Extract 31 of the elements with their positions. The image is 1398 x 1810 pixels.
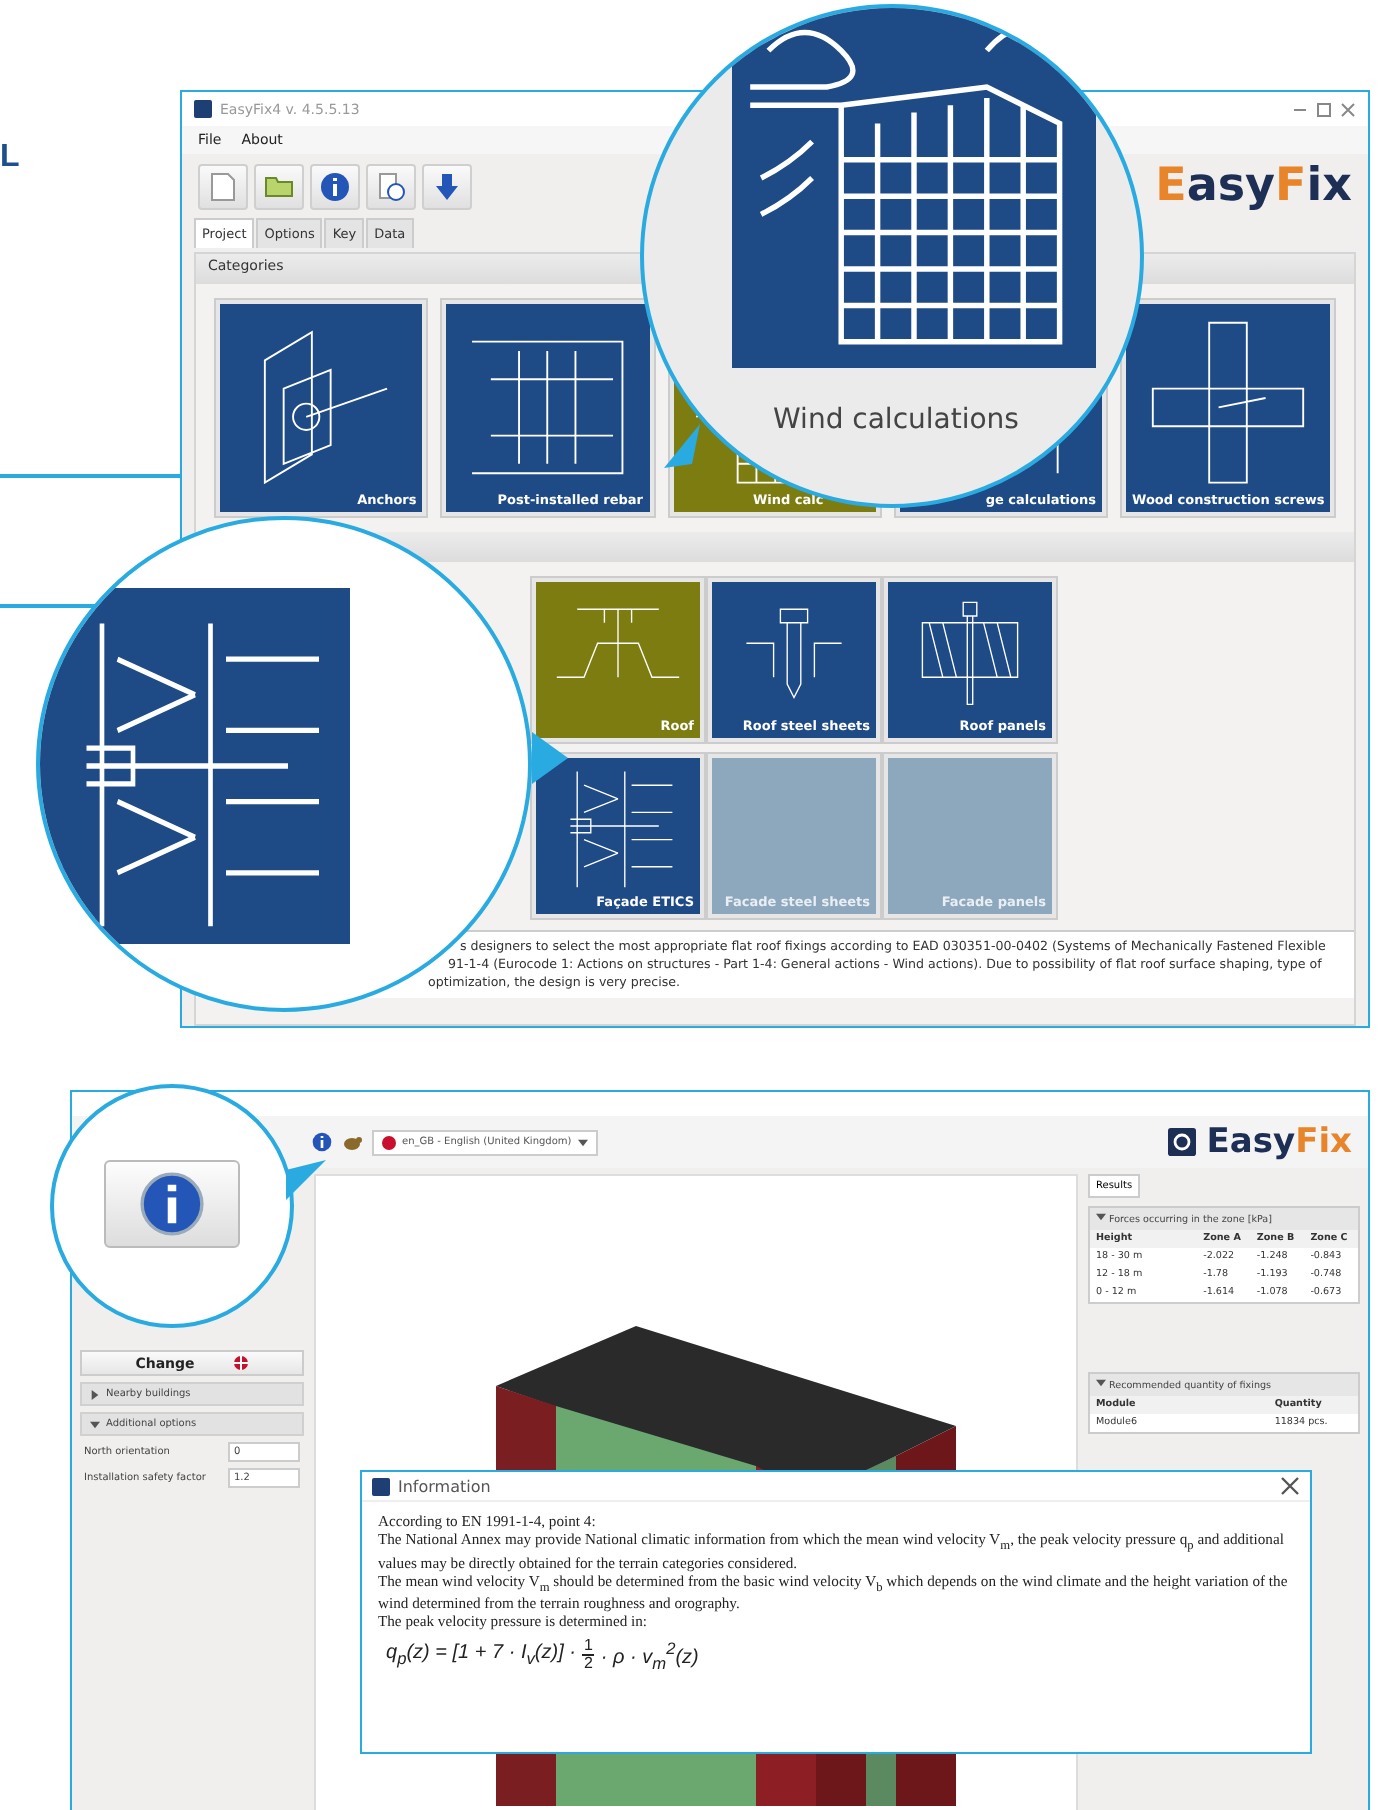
document-clock-icon — [376, 171, 406, 201]
close-icon[interactable] — [1340, 101, 1356, 117]
open-folder-button[interactable] — [254, 163, 304, 209]
caret-icon — [1096, 1378, 1106, 1388]
folder-icon — [264, 174, 294, 198]
close-icon[interactable] — [1280, 1476, 1300, 1496]
document-icon — [210, 171, 236, 201]
page-heading: L — [0, 140, 20, 176]
tile-label: Wind calculations — [771, 404, 1021, 436]
info-icon[interactable] — [312, 1132, 332, 1152]
easyfix-logo: EasyFix — [1206, 1122, 1352, 1162]
download-button[interactable] — [422, 163, 472, 209]
maximize-icon[interactable] — [1316, 101, 1332, 117]
app-logo-icon — [194, 100, 212, 118]
info-icon — [140, 1172, 204, 1236]
pointer-icon — [664, 424, 700, 468]
caret-icon — [1096, 1212, 1106, 1222]
caret-icon — [90, 1389, 100, 1399]
app-logo-icon — [372, 1477, 390, 1495]
caret-icon — [90, 1419, 100, 1429]
down-arrow-icon — [434, 171, 460, 201]
info-button[interactable] — [310, 163, 360, 209]
new-document-button[interactable] — [198, 163, 248, 209]
dialog-title: Information — [398, 1477, 491, 1495]
caret-icon — [577, 1137, 588, 1147]
logo-icon — [1168, 1128, 1197, 1156]
document-clock-button[interactable] — [366, 163, 416, 209]
info-button[interactable] — [104, 1160, 240, 1248]
easyfix-logo: EasyFix — [1155, 160, 1352, 212]
flag-icon — [234, 1356, 249, 1370]
info-icon — [320, 171, 350, 201]
